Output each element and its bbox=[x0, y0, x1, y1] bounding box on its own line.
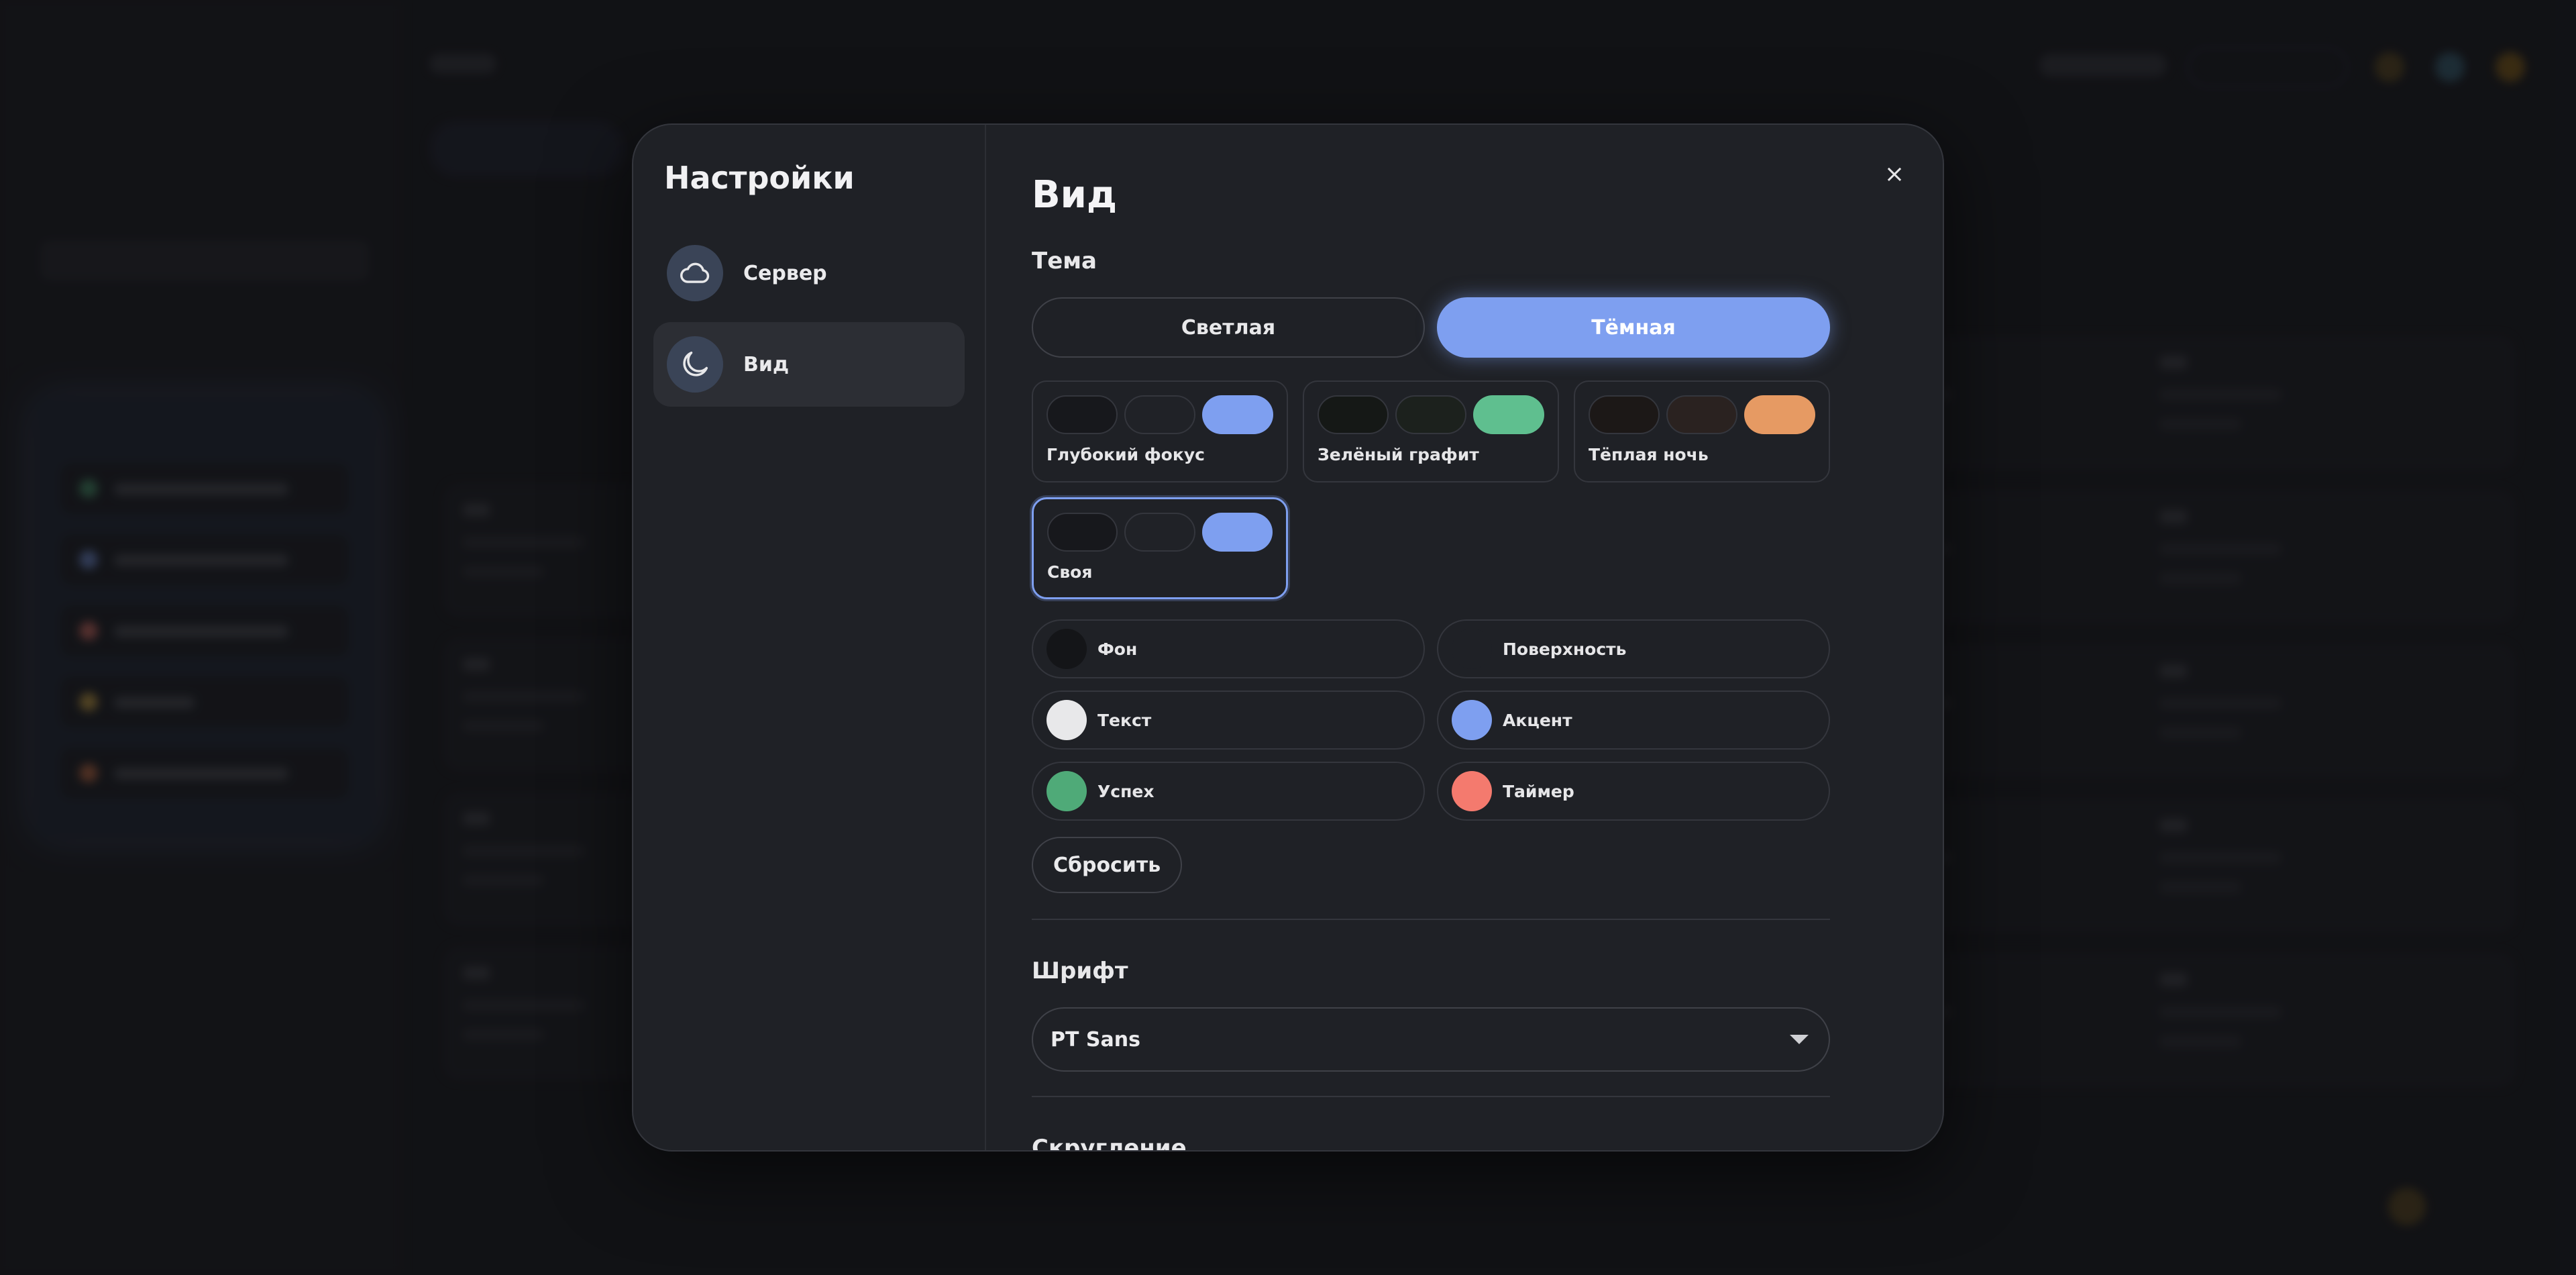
preset-swatch bbox=[1046, 395, 1118, 434]
settings-title: Настройки bbox=[664, 160, 855, 196]
preset-custom[interactable]: Своя bbox=[1032, 497, 1288, 599]
divider bbox=[1032, 1096, 1830, 1097]
close-icon[interactable]: × bbox=[1876, 156, 1913, 193]
preset-swatch bbox=[1318, 395, 1389, 434]
color-swatch bbox=[1452, 700, 1492, 740]
page-title: Вид bbox=[1032, 173, 1118, 217]
settings-nav-server[interactable]: Сервер bbox=[653, 231, 965, 315]
color-swatch bbox=[1452, 629, 1492, 669]
settings-nav-label: Сервер bbox=[743, 261, 827, 285]
theme-dark-button[interactable]: Тёмная bbox=[1437, 297, 1830, 358]
divider bbox=[1032, 919, 1830, 920]
preset-swatch bbox=[1202, 395, 1273, 434]
preset-name: Зелёный графит bbox=[1318, 445, 1479, 464]
color-label: Успех bbox=[1097, 781, 1155, 801]
preset-swatch bbox=[1589, 395, 1660, 434]
settings-content: × Вид Тема Светлая Тёмная Глубокий фокус bbox=[986, 125, 1943, 1150]
color-swatch bbox=[1046, 700, 1087, 740]
theme-heading: Тема bbox=[1032, 248, 1097, 274]
rounding-heading: Скругление bbox=[1032, 1135, 1187, 1152]
settings-sidebar: Настройки Сервер Вид bbox=[633, 125, 986, 1150]
preset-swatch bbox=[1473, 395, 1544, 434]
theme-mode-toggle: Светлая Тёмная bbox=[1032, 297, 1830, 358]
color-label: Акцент bbox=[1503, 710, 1572, 730]
color-text[interactable]: Текст bbox=[1032, 691, 1425, 750]
reset-button[interactable]: Сбросить bbox=[1032, 837, 1183, 893]
color-swatch bbox=[1046, 629, 1087, 669]
font-select-value: PT Sans bbox=[1051, 1027, 1140, 1052]
preset-swatch bbox=[1124, 395, 1195, 434]
color-label: Фон bbox=[1097, 639, 1138, 659]
cloud-icon bbox=[667, 245, 723, 301]
color-swatch bbox=[1452, 771, 1492, 811]
chevron-down-icon bbox=[1790, 1035, 1809, 1044]
color-swatch bbox=[1046, 771, 1087, 811]
settings-modal: Настройки Сервер Вид × Вид Тема Светлая … bbox=[632, 123, 1944, 1152]
preset-swatch bbox=[1395, 395, 1466, 434]
color-label: Поверхность bbox=[1503, 639, 1627, 659]
color-background[interactable]: Фон bbox=[1032, 619, 1425, 678]
preset-swatch bbox=[1666, 395, 1737, 434]
preset-swatch bbox=[1047, 513, 1118, 552]
preset-warm-night[interactable]: Тёплая ночь bbox=[1574, 380, 1830, 482]
preset-name: Глубокий фокус bbox=[1046, 445, 1205, 464]
color-surface[interactable]: Поверхность bbox=[1437, 619, 1830, 678]
preset-deep-focus[interactable]: Глубокий фокус bbox=[1032, 380, 1288, 482]
preset-swatch bbox=[1124, 513, 1195, 552]
color-label: Таймер bbox=[1503, 781, 1574, 801]
settings-nav-appearance[interactable]: Вид bbox=[653, 322, 965, 407]
preset-name: Своя bbox=[1047, 562, 1093, 582]
preset-green-graphite[interactable]: Зелёный графит bbox=[1303, 380, 1559, 482]
settings-nav-label: Вид bbox=[743, 352, 790, 376]
preset-swatch bbox=[1201, 513, 1273, 552]
color-success[interactable]: Успех bbox=[1032, 762, 1425, 821]
font-select[interactable]: PT Sans bbox=[1032, 1007, 1830, 1072]
theme-light-button[interactable]: Светлая bbox=[1032, 297, 1425, 358]
font-heading: Шрифт bbox=[1032, 958, 1128, 984]
theme-presets: Глубокий фокус Зелёный графит Тёплая ноч… bbox=[1032, 380, 1830, 599]
color-accent[interactable]: Акцент bbox=[1437, 691, 1830, 750]
color-label: Текст bbox=[1097, 710, 1152, 730]
custom-colors: Фон Поверхность Текст Акцент Успех Тайме… bbox=[1032, 619, 1830, 821]
preset-name: Тёплая ночь bbox=[1589, 445, 1709, 464]
moon-icon bbox=[667, 336, 723, 393]
color-timer[interactable]: Таймер bbox=[1437, 762, 1830, 821]
preset-swatch bbox=[1744, 395, 1815, 434]
